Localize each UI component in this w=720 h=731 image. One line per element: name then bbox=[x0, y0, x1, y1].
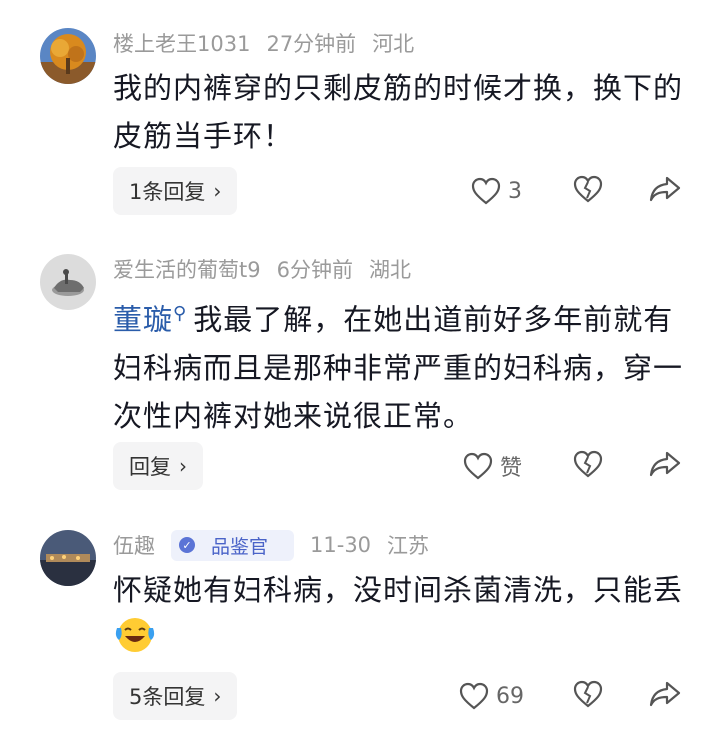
dislike-button[interactable] bbox=[572, 679, 604, 713]
comment-actions: 69 bbox=[0, 676, 720, 716]
avatar[interactable] bbox=[40, 254, 96, 310]
comment-text: 怀疑她有妇科病，没时间杀菌清洗，只能丢 bbox=[113, 566, 693, 668]
heart-outline-icon bbox=[459, 682, 489, 710]
username[interactable]: 楼上老王1031 bbox=[113, 28, 250, 58]
user-badge: ✓ 品鉴官 bbox=[171, 529, 295, 561]
broken-heart-icon bbox=[573, 450, 603, 478]
crying-laughing-emoji bbox=[113, 614, 157, 668]
username[interactable]: 伍趣 bbox=[113, 530, 155, 560]
heart-outline-icon bbox=[471, 177, 501, 205]
like-count: 69 bbox=[496, 683, 524, 709]
share-arrow-icon bbox=[649, 451, 681, 477]
username[interactable]: 爱生活的葡萄t9 bbox=[113, 254, 261, 284]
like-count: 3 bbox=[508, 178, 522, 204]
comment-text: 我的内裤穿的只剩皮筋的时候才换，换下的皮筋当手环！ bbox=[113, 64, 693, 160]
share-arrow-icon bbox=[649, 176, 681, 202]
avatar[interactable] bbox=[40, 530, 96, 586]
dislike-button[interactable] bbox=[572, 449, 604, 483]
share-button[interactable] bbox=[648, 174, 682, 208]
comment-text-content: 怀疑她有妇科病，没时间杀菌清洗，只能丢 bbox=[113, 573, 684, 607]
location: 江苏 bbox=[387, 534, 430, 558]
comment-meta: 爱生活的葡萄t9 6分钟前 湖北 bbox=[113, 254, 427, 284]
comment-actions: 3 bbox=[0, 171, 720, 211]
mention-link[interactable]: 董璇 bbox=[113, 303, 173, 337]
timestamp: 11-30 bbox=[310, 533, 372, 557]
badge-label: 品鉴官 bbox=[211, 535, 269, 558]
heart-outline-icon bbox=[463, 452, 493, 480]
location: 湖北 bbox=[368, 258, 411, 282]
comment-meta: 伍趣 ✓ 品鉴官 11-30 江苏 bbox=[113, 529, 445, 561]
dislike-button[interactable] bbox=[572, 174, 604, 208]
timestamp: 27分钟前 bbox=[266, 32, 357, 56]
timestamp: 6分钟前 bbox=[276, 258, 353, 282]
like-button[interactable]: 赞 bbox=[462, 450, 522, 482]
verified-check-icon: ✓ bbox=[179, 537, 195, 553]
search-mention-icon: ⚲ bbox=[173, 303, 188, 324]
broken-heart-icon bbox=[573, 680, 603, 708]
comment-text-content: 我最了解，在她出道前好多年前就有妇科病而且是那种非常严重的妇科病，穿一次性内裤对… bbox=[113, 302, 684, 433]
broken-heart-icon bbox=[573, 175, 603, 203]
comment-actions: 赞 bbox=[0, 446, 720, 486]
share-button[interactable] bbox=[648, 449, 682, 483]
like-button[interactable]: 69 bbox=[458, 681, 524, 711]
comment-text-content: 我的内裤穿的只剩皮筋的时候才换，换下的皮筋当手环！ bbox=[113, 71, 684, 153]
like-count: 赞 bbox=[500, 456, 523, 481]
location: 河北 bbox=[372, 32, 415, 56]
avatar[interactable] bbox=[40, 28, 96, 84]
like-button[interactable]: 3 bbox=[470, 176, 522, 206]
comment-text: 董璇⚲ 我最了解，在她出道前好多年前就有妇科病而且是那种非常严重的妇科病，穿一次性… bbox=[113, 290, 693, 440]
share-arrow-icon bbox=[649, 681, 681, 707]
comment-meta: 楼上老王1031 27分钟前 河北 bbox=[113, 28, 430, 58]
share-button[interactable] bbox=[648, 679, 682, 713]
